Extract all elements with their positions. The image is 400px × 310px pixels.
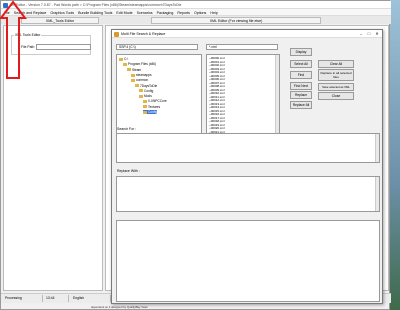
- tree-node[interactable]: Config: [143, 110, 158, 114]
- tree-node-label: Textures: [148, 104, 161, 109]
- menu-item-scenarios[interactable]: Scenarios: [137, 11, 153, 15]
- folder-icon: [119, 57, 123, 61]
- tree-node[interactable]: common: [131, 78, 148, 82]
- clear-all-button[interactable]: Clear All: [318, 60, 354, 68]
- results-area[interactable]: [116, 220, 380, 302]
- folder-icon: [139, 94, 143, 98]
- multi-file-search-dialog: Multi File Search & Replace – □ ✕ SSP.4 …: [111, 29, 383, 304]
- save-selected-xml-button[interactable]: Save selected as XML: [318, 83, 354, 91]
- tree-node[interactable]: Program Files (x86): [123, 62, 156, 66]
- menu-item-packaging[interactable]: Packaging: [157, 11, 174, 15]
- menu-item-bundle-building-tools[interactable]: Bundle Building Tools: [78, 11, 112, 15]
- file-list-scrollbar[interactable]: [275, 55, 279, 133]
- file-list[interactable]: ~00000.xml ~00001.xml ~00002.xml ~00003.xml…: [206, 54, 280, 134]
- status-language: English: [71, 295, 111, 302]
- folder-icon: [123, 62, 127, 66]
- menu-item-edit-mode[interactable]: Edit Mode: [116, 11, 132, 15]
- tree-node[interactable]: C:\: [119, 57, 128, 61]
- search-for-label: Search For :: [117, 127, 137, 131]
- select-all-button[interactable]: Select All: [290, 60, 312, 68]
- minimize-icon[interactable]: –: [357, 31, 365, 37]
- display-button[interactable]: Display: [290, 48, 312, 56]
- tree-node[interactable]: Textures: [143, 105, 160, 109]
- tree-node[interactable]: 0-XNPCCore: [143, 99, 167, 103]
- folder-icon: [143, 110, 147, 114]
- close-button[interactable]: Close: [318, 92, 354, 100]
- search-for-textarea[interactable]: [116, 133, 380, 163]
- footer-credits: dependent on it designed by QualityBay T…: [91, 305, 149, 309]
- close-icon[interactable]: ✕: [373, 31, 381, 37]
- red-arrow-annotation: [0, 0, 27, 79]
- tree-node-label: 7DaysToDie: [140, 83, 158, 88]
- tab-xml-editor[interactable]: XML Editor (For viewing file else): [151, 17, 321, 24]
- menubar: File Search and Replace Graphics Tools Bund…: [1, 9, 391, 16]
- tree-node-label: 0-XNPCCore: [148, 99, 167, 104]
- tree-node-label: Config: [148, 110, 158, 114]
- tree-node[interactable]: steamapps: [131, 73, 152, 77]
- dialog-titlebar: Multi File Search & Replace – □ ✕: [112, 30, 382, 38]
- status-processing: Processing: [3, 295, 43, 302]
- folder-icon: [131, 73, 135, 77]
- drive-select[interactable]: SSP.4 (C:\): [116, 44, 198, 50]
- dialog-title: Multi File Search & Replace: [121, 32, 166, 36]
- status-time: 13:44: [44, 295, 69, 302]
- replace-with-textarea[interactable]: [116, 176, 380, 212]
- tree-node[interactable]: 7DaysToDie: [135, 84, 157, 88]
- maximize-icon[interactable]: □: [365, 31, 373, 37]
- folder-tree[interactable]: C:\ Program Files (x86) Steam steamapps comm…: [116, 54, 202, 134]
- menu-item-graphics-tools[interactable]: Graphics Tools: [50, 11, 74, 15]
- tree-node-label: Config: [144, 88, 154, 93]
- folder-icon: [143, 100, 147, 104]
- menu-item-help[interactable]: Help: [210, 11, 217, 15]
- replace-in-all-selected-button[interactable]: Replace in all selected files: [318, 69, 354, 81]
- find-next-button[interactable]: Find Next: [290, 82, 312, 90]
- replace-with-scrollbar[interactable]: [375, 177, 379, 211]
- replace-button[interactable]: Replace: [290, 91, 312, 99]
- replace-all-button[interactable]: Replace All: [290, 101, 312, 109]
- folder-icon: [135, 84, 139, 88]
- file-filter-input[interactable]: *.xml: [206, 44, 278, 50]
- file-path-input[interactable]: [36, 44, 91, 50]
- search-for-scrollbar[interactable]: [375, 134, 379, 162]
- tree-node[interactable]: Config: [139, 89, 153, 93]
- dialog-icon: [114, 31, 119, 37]
- tree-node-label: common: [136, 78, 149, 83]
- tree-node-label: Steam: [132, 67, 142, 72]
- folder-icon: [143, 105, 147, 109]
- folder-icon: [127, 68, 131, 72]
- tree-node-label: Mods: [144, 94, 152, 99]
- tree-node-label: C:\: [124, 57, 129, 61]
- tab-xml-tools-editor[interactable]: XML_Tools Editor: [21, 17, 99, 24]
- replace-with-label: Replace With :: [117, 169, 140, 173]
- find-button[interactable]: Find: [290, 71, 312, 79]
- menu-item-options[interactable]: Options: [194, 11, 206, 15]
- folder-icon: [139, 89, 143, 93]
- tree-node[interactable]: Steam: [127, 68, 141, 72]
- app-titlebar: XmlEditor - Version 7.0.87 - Pad Words p…: [1, 1, 391, 9]
- tree-node-label: Program Files (x86): [128, 62, 156, 67]
- menu-item-reports[interactable]: Reports: [177, 11, 190, 15]
- tree-node[interactable]: Mods: [139, 94, 152, 98]
- tree-node-label: steamapps: [136, 72, 152, 77]
- folder-icon: [131, 78, 135, 82]
- app-title: XmlEditor - Version 7.0.87 - Pad Words p…: [10, 3, 182, 7]
